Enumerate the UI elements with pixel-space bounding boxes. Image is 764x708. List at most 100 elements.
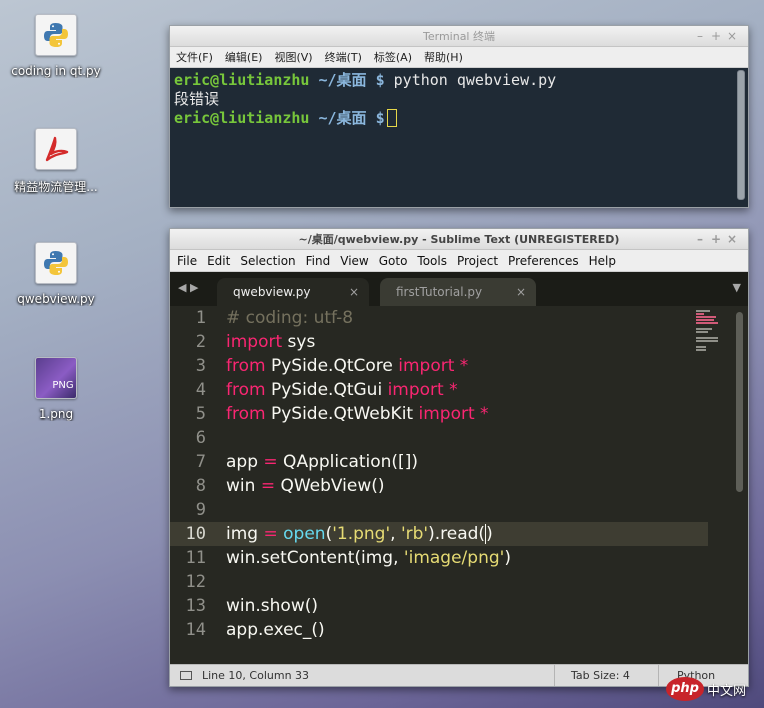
code-line: win = QWebView() <box>226 474 708 498</box>
line-number: 12 <box>185 572 206 592</box>
desktop-icon-qwebview[interactable]: qwebview.py <box>0 242 112 306</box>
code-line: win.setContent(img, 'image/png') <box>226 546 708 570</box>
close-button[interactable]: × <box>724 229 740 250</box>
sublime-titlebar[interactable]: ~/桌面/qwebview.py - Sublime Text (UNREGIS… <box>170 229 748 250</box>
menu-view[interactable]: View <box>340 254 368 268</box>
menu-tools[interactable]: Tools <box>417 254 447 268</box>
menu-tabs[interactable]: 标签(A) <box>374 51 412 64</box>
tab-menu-icon[interactable]: ▼ <box>733 281 741 294</box>
code-keyword: from <box>226 356 266 376</box>
code-operator: * <box>474 404 489 424</box>
code-keyword: import <box>226 332 283 352</box>
menu-view[interactable]: 视图(V) <box>274 51 312 64</box>
terminal-scrollbar[interactable] <box>737 70 745 200</box>
code-text: sys <box>282 332 316 352</box>
tab-close-icon[interactable]: × <box>349 278 359 306</box>
maximize-button[interactable]: + <box>708 26 724 47</box>
sublime-window[interactable]: ~/桌面/qwebview.py - Sublime Text (UNREGIS… <box>169 228 749 687</box>
menu-find[interactable]: Find <box>306 254 331 268</box>
menu-project[interactable]: Project <box>457 254 498 268</box>
minimap[interactable] <box>696 310 718 352</box>
menu-edit[interactable]: 编辑(E) <box>225 51 263 64</box>
line-number: 5 <box>195 404 206 424</box>
tab-label: qwebview.py <box>233 285 311 299</box>
code-text: ) <box>504 548 511 568</box>
code-comment: # coding: utf-8 <box>226 308 354 328</box>
line-number-gutter: 1 2 3 4 5 6 7 8 9 10 11 12 13 14 <box>170 306 216 661</box>
menu-goto[interactable]: Goto <box>379 254 408 268</box>
code-line: # coding: utf-8 <box>226 306 708 330</box>
code-builtin: open <box>277 524 326 544</box>
watermark-text: 中文网 <box>707 683 747 699</box>
menu-preferences[interactable]: Preferences <box>508 254 579 268</box>
code-line: app = QApplication([]) <box>226 450 708 474</box>
desktop-icon-label: coding in qt.py <box>11 64 101 78</box>
terminal-cursor <box>386 109 397 127</box>
tab-nav-arrows[interactable]: ◀ ▶ <box>178 281 198 294</box>
python-file-icon <box>35 14 77 56</box>
line-number-current: 10 <box>170 522 216 546</box>
minimize-button[interactable]: – <box>692 229 708 250</box>
code-keyword: from <box>226 404 266 424</box>
sublime-menubar: File Edit Selection Find View Goto Tools Projec… <box>170 250 748 272</box>
code-text: win.setContent(img, <box>226 548 404 568</box>
terminal-menubar: 文件(F) 编辑(E) 视图(V) 终端(T) 标签(A) 帮助(H) <box>170 47 748 68</box>
terminal-window[interactable]: Terminal 终端 – + × 文件(F) 编辑(E) 视图(V) 终端(T) 标签(A… <box>169 25 749 208</box>
menu-help[interactable]: 帮助(H) <box>424 51 463 64</box>
sublime-title: ~/桌面/qwebview.py - Sublime Text (UNREGIS… <box>298 233 620 246</box>
desktop-icon-label: 精益物流管理... <box>14 180 98 194</box>
menu-file[interactable]: 文件(F) <box>176 51 213 64</box>
terminal-titlebar[interactable]: Terminal 终端 – + × <box>170 26 748 47</box>
maximize-button[interactable]: + <box>708 229 724 250</box>
php-logo: php <box>666 677 704 701</box>
code-keyword: import <box>418 404 475 424</box>
watermark: php 中文网 <box>666 677 746 701</box>
desktop-icon-pdf-document[interactable]: 精益物流管理... <box>0 128 112 195</box>
code-text: app.exec_() <box>226 620 325 640</box>
code-area[interactable]: # coding: utf-8 import sys from PySide.Q… <box>216 306 708 642</box>
tab-first-tutorial[interactable]: firstTutorial.py × <box>380 278 536 306</box>
tab-qwebview[interactable]: qwebview.py × <box>217 278 369 306</box>
close-button[interactable]: × <box>724 26 740 47</box>
code-text: ).read( <box>428 524 486 544</box>
prompt-symbol: $ <box>375 109 385 127</box>
code-line: from PySide.QtGui import * <box>226 378 708 402</box>
terminal-command: python qwebview.py <box>393 71 557 89</box>
code-text: win <box>226 476 261 496</box>
desktop-icon-coding-in-qt[interactable]: coding in qt.py <box>0 14 112 78</box>
status-bar: Line 10, Column 33 Tab Size: 4 Python <box>170 664 748 686</box>
tab-size-selector[interactable]: Tab Size: 4 <box>554 665 658 686</box>
minimize-button[interactable]: – <box>692 26 708 47</box>
code-line: win.show() <box>226 594 708 618</box>
menu-edit[interactable]: Edit <box>207 254 230 268</box>
menu-selection[interactable]: Selection <box>240 254 295 268</box>
code-editor[interactable]: 1 2 3 4 5 6 7 8 9 10 11 12 13 14 # codin… <box>170 306 748 661</box>
terminal-output[interactable]: eric@liutianzhu ~/桌面 $ python qwebview.p… <box>170 68 748 207</box>
desktop-icon-label: qwebview.py <box>17 292 95 306</box>
editor-scrollbar[interactable] <box>736 312 743 492</box>
code-text: PySide.QtWebKit <box>265 404 419 424</box>
code-operator: = <box>263 524 278 544</box>
code-string: '1.png' <box>332 524 391 544</box>
prompt-user: eric@liutianzhu <box>174 71 310 89</box>
code-line: import sys <box>226 330 708 354</box>
desktop-icon-1-png[interactable]: PNG 1.png <box>0 357 112 421</box>
line-number: 14 <box>185 620 206 640</box>
menu-help[interactable]: Help <box>589 254 616 268</box>
tab-bar: ◀ ▶ qwebview.py × firstTutorial.py × ▼ <box>170 272 748 306</box>
code-line: from PySide.QtCore import * <box>226 354 708 378</box>
code-operator: = <box>263 452 278 472</box>
png-badge: PNG <box>52 379 74 391</box>
line-number: 6 <box>195 428 206 448</box>
desktop-icon-label: 1.png <box>38 407 74 421</box>
menu-file[interactable]: File <box>177 254 197 268</box>
menu-terminal[interactable]: 终端(T) <box>325 51 362 64</box>
terminal-title: Terminal 终端 <box>423 30 495 43</box>
panel-toggle-icon[interactable] <box>180 671 192 680</box>
tab-close-icon[interactable]: × <box>516 278 526 306</box>
prompt-path: ~/桌面 <box>318 71 367 89</box>
text-caret: ) <box>485 524 493 544</box>
